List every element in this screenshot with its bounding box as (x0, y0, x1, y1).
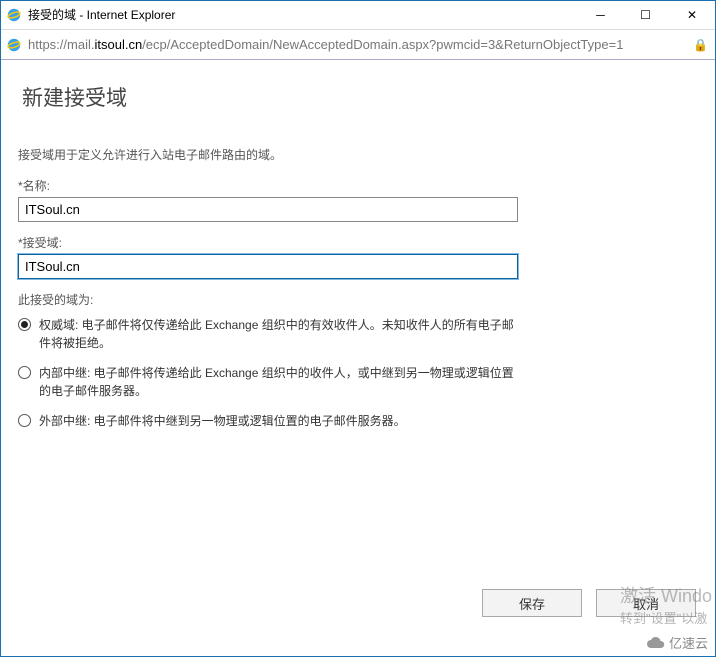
name-label: *名称: (18, 177, 698, 194)
window-title: 接受的域 - Internet Explorer (28, 6, 175, 23)
cloud-icon (645, 636, 665, 650)
page-description: 接受域用于定义允许进行入站电子邮件路由的域。 (18, 146, 698, 163)
minimize-button[interactable]: ─ (578, 0, 623, 29)
radio-external-relay[interactable]: 外部中继: 电子邮件将中继到另一物理或逻辑位置的电子邮件服务器。 (18, 412, 518, 430)
url-text[interactable]: https://mail.itsoul.cn/ecp/AcceptedDomai… (28, 37, 693, 52)
domain-label: *接受域: (18, 234, 698, 251)
ie-icon (6, 37, 22, 53)
save-button[interactable]: 保存 (482, 589, 582, 617)
page-heading: 新建接受域 (22, 82, 698, 112)
domain-input[interactable] (18, 254, 518, 279)
radio-internal-relay[interactable]: 内部中继: 电子邮件将传递给此 Exchange 组织中的收件人，或中继到另一物… (18, 364, 518, 400)
radio-label: 内部中继: 电子邮件将传递给此 Exchange 组织中的收件人，或中继到另一物… (39, 364, 518, 400)
radio-dot-icon[interactable] (18, 414, 31, 427)
url-path: /ecp/AcceptedDomain/NewAcceptedDomain.as… (142, 37, 623, 52)
ie-icon (6, 7, 22, 23)
name-input[interactable] (18, 197, 518, 222)
window-titlebar: 接受的域 - Internet Explorer ─ ☐ ✕ (0, 0, 716, 30)
radio-label: 权威域: 电子邮件将仅传递给此 Exchange 组织中的有效收件人。未知收件人… (39, 316, 518, 352)
radio-dot-icon[interactable] (18, 318, 31, 331)
brand-logo: 亿速云 (645, 633, 708, 652)
page-content: 新建接受域 接受域用于定义允许进行入站电子邮件路由的域。 *名称: *接受域: … (0, 60, 716, 657)
domain-type-label: 此接受的域为: (18, 291, 698, 308)
cancel-button[interactable]: 取消 (596, 589, 696, 617)
address-bar[interactable]: https://mail.itsoul.cn/ecp/AcceptedDomai… (0, 30, 716, 60)
button-bar: 保存 取消 (482, 589, 696, 617)
radio-label: 外部中继: 电子邮件将中继到另一物理或逻辑位置的电子邮件服务器。 (39, 412, 406, 430)
close-button[interactable]: ✕ (668, 0, 716, 29)
lock-icon: 🔒 (693, 38, 708, 52)
radio-dot-icon[interactable] (18, 366, 31, 379)
url-scheme: https:// (28, 37, 67, 52)
maximize-button[interactable]: ☐ (623, 0, 668, 29)
url-host: itsoul.cn (94, 37, 142, 52)
brand-text: 亿速云 (669, 633, 708, 652)
url-prefix: mail. (67, 37, 94, 52)
radio-authoritative[interactable]: 权威域: 电子邮件将仅传递给此 Exchange 组织中的有效收件人。未知收件人… (18, 316, 518, 352)
